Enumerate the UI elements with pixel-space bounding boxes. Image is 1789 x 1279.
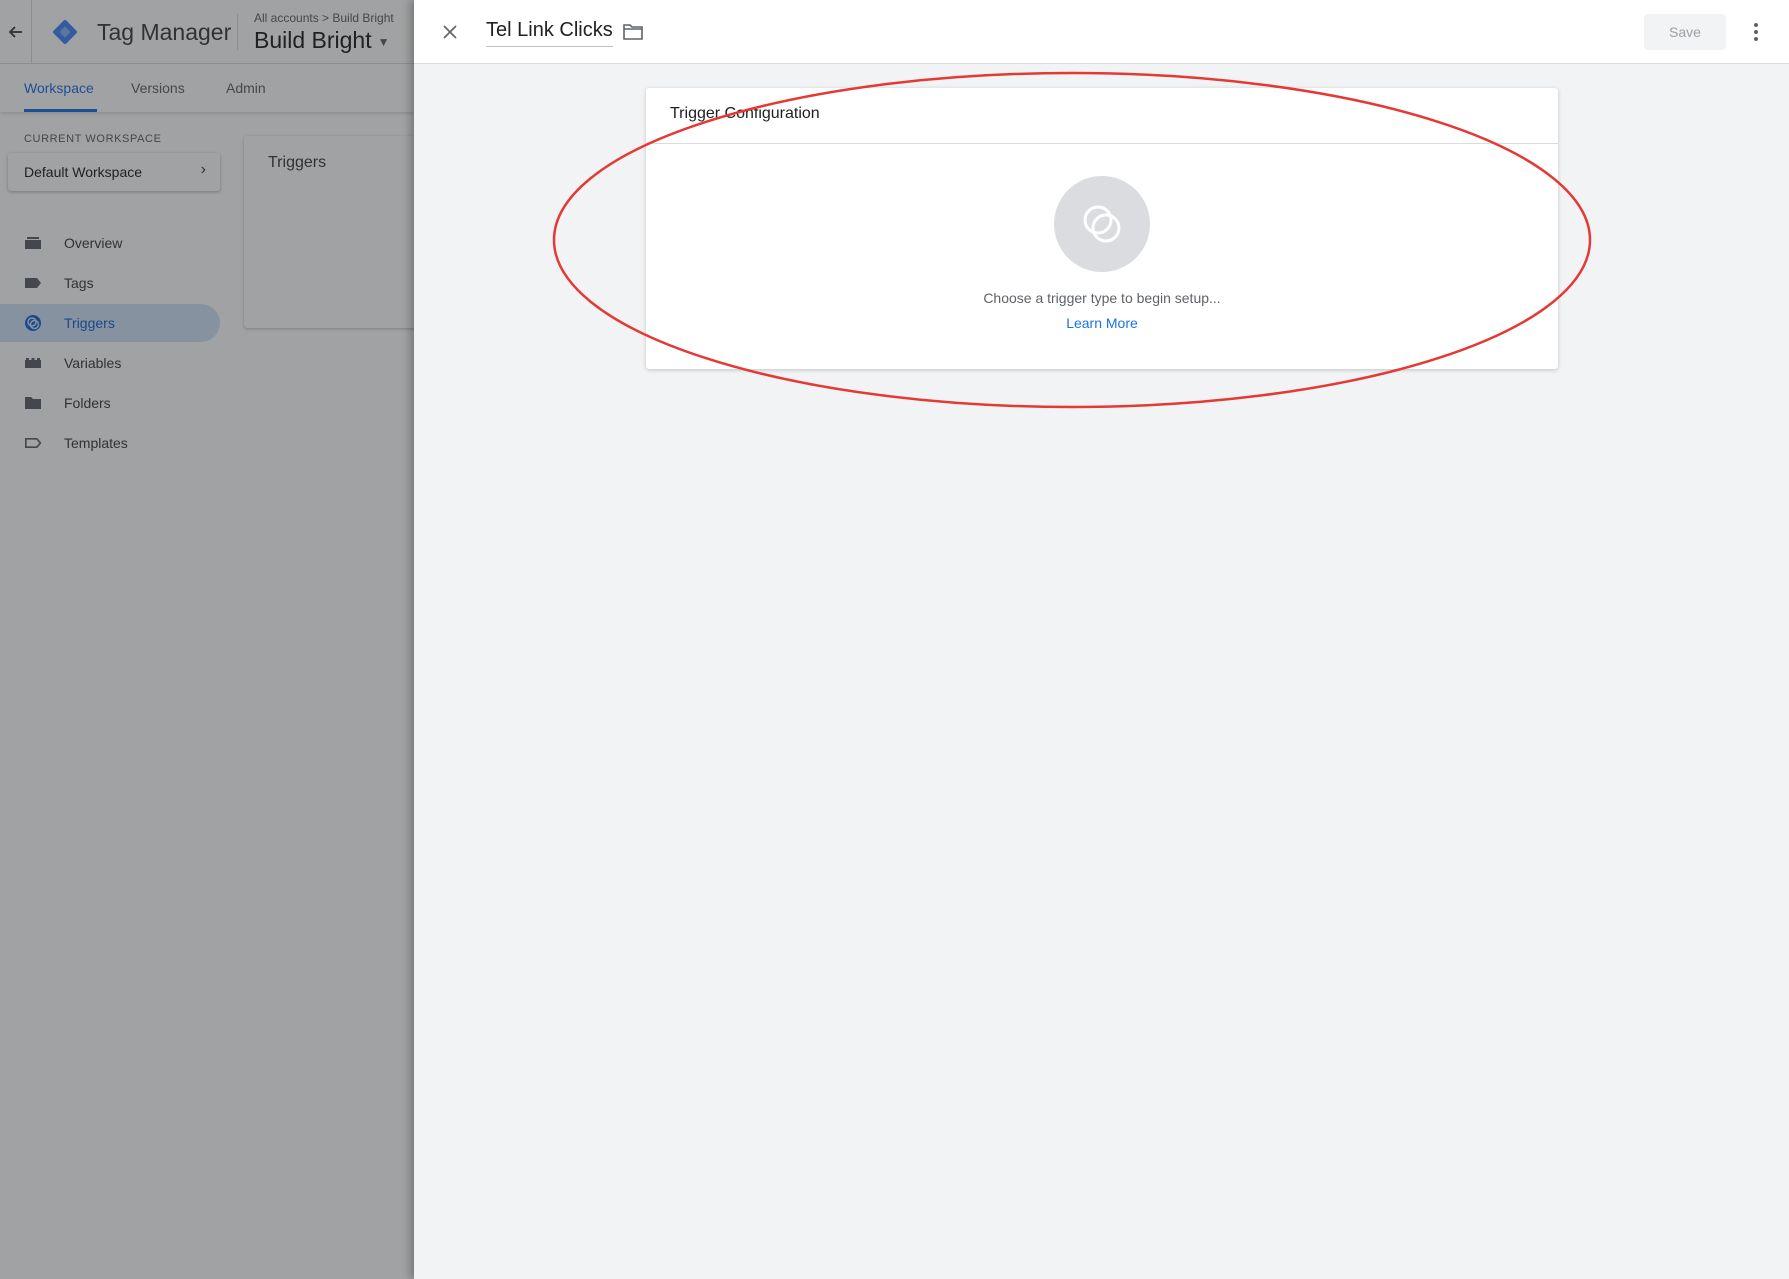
more-vert-icon [1754,37,1758,41]
more-vert-icon [1754,23,1758,27]
trigger-configuration-title: Trigger Configuration [670,105,820,122]
choose-trigger-type-button[interactable] [1054,176,1150,272]
trigger-name-input[interactable]: Tel Link Clicks [486,19,613,47]
close-button[interactable] [438,20,462,44]
background-app: Tag Manager All accounts > Build Bright … [0,0,414,1279]
choose-trigger-prompt: Choose a trigger type to begin setup... [983,290,1221,306]
sheet-header: Tel Link Clicks Save [414,0,1789,64]
trigger-icon [1083,205,1121,243]
folder-icon[interactable] [622,22,644,42]
close-icon [443,25,457,39]
more-vert-icon [1754,30,1758,34]
modal-scrim[interactable] [0,0,414,1279]
save-button[interactable]: Save [1644,14,1726,50]
trigger-editor-sheet: Tel Link Clicks Save Trigger Configurati… [414,0,1789,1279]
more-options-button[interactable] [1744,18,1768,46]
learn-more-link[interactable]: Learn More [646,315,1558,331]
card-divider [646,143,1558,144]
trigger-configuration-card[interactable]: Trigger Configuration Choose a trigger t… [646,88,1558,369]
